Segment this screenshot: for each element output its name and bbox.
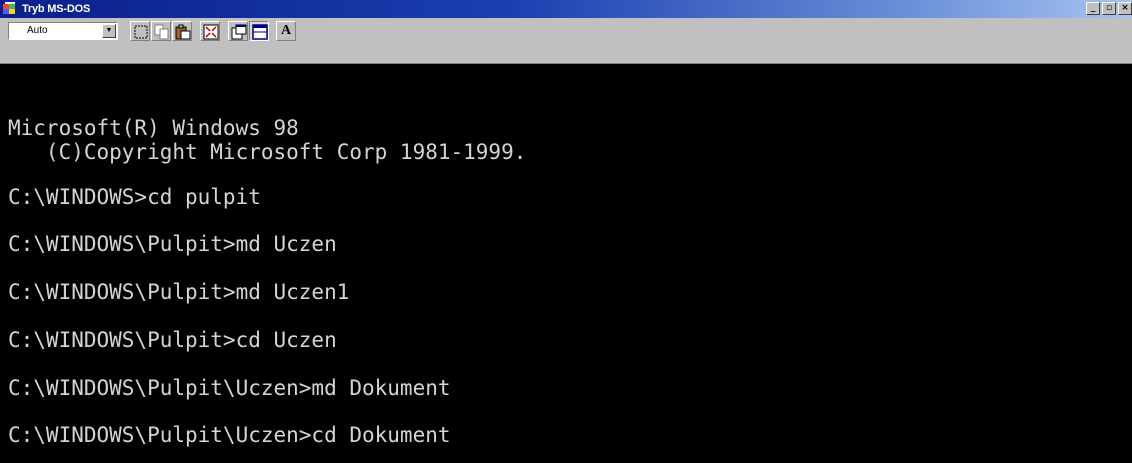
background-button[interactable] xyxy=(249,21,269,41)
maximize-button[interactable]: ▫ xyxy=(1102,2,1116,15)
properties-icon xyxy=(231,24,247,40)
console-line: (C)Copyright Microsoft Corp 1981-1999. xyxy=(8,140,527,164)
maximize-icon: ▫ xyxy=(1105,3,1113,13)
console-line: C:\WINDOWS\Pulpit>md Uczen1 xyxy=(8,280,350,304)
mark-icon xyxy=(134,25,148,39)
minimize-button[interactable]: _ xyxy=(1086,2,1100,15)
close-icon: × xyxy=(1121,3,1129,13)
fullscreen-button[interactable] xyxy=(200,21,220,41)
console-line: C:\WINDOWS>cd pulpit xyxy=(8,185,261,209)
window-title: Tryb MS-DOS xyxy=(22,3,91,15)
console-line: Microsoft(R) Windows 98 xyxy=(8,116,299,140)
console-line: C:\WINDOWS\Pulpit>cd Uczen xyxy=(8,328,337,352)
properties-button[interactable] xyxy=(228,21,248,41)
ms-dos-app-icon[interactable] xyxy=(3,2,17,16)
fullscreen-icon xyxy=(203,24,219,40)
paste-icon xyxy=(175,24,191,40)
copy-icon xyxy=(154,24,169,40)
window-controls: _ ▫ × xyxy=(1084,2,1132,16)
console-line: C:\WINDOWS\Pulpit\Uczen>cd Dokument xyxy=(8,423,451,447)
console-output[interactable]: Microsoft(R) Windows 98 (C)Copyright Mic… xyxy=(0,64,1132,463)
font-size-value: Auto xyxy=(27,25,48,36)
console-line: C:\WINDOWS\Pulpit>md Uczen xyxy=(8,232,337,256)
console-line: C:\WINDOWS\Pulpit\Uczen>md Dokument xyxy=(8,376,451,400)
background-icon xyxy=(252,24,268,40)
minimize-icon: _ xyxy=(1090,3,1096,13)
font-button[interactable]: A xyxy=(276,21,296,41)
font-icon: A xyxy=(280,23,292,38)
ms-dos-window: Tryb MS-DOS _ ▫ × Auto ▼ A Microsoft(R) … xyxy=(0,0,1132,463)
title-bar[interactable]: Tryb MS-DOS _ ▫ × xyxy=(0,0,1132,18)
font-size-select[interactable]: Auto ▼ xyxy=(8,22,118,40)
dropdown-arrow-icon[interactable]: ▼ xyxy=(102,24,116,38)
copy-button[interactable] xyxy=(151,21,171,41)
close-button[interactable]: × xyxy=(1118,2,1132,15)
toolbar: Auto ▼ A xyxy=(0,18,1132,64)
mark-button[interactable] xyxy=(130,21,150,41)
paste-button[interactable] xyxy=(172,21,192,41)
